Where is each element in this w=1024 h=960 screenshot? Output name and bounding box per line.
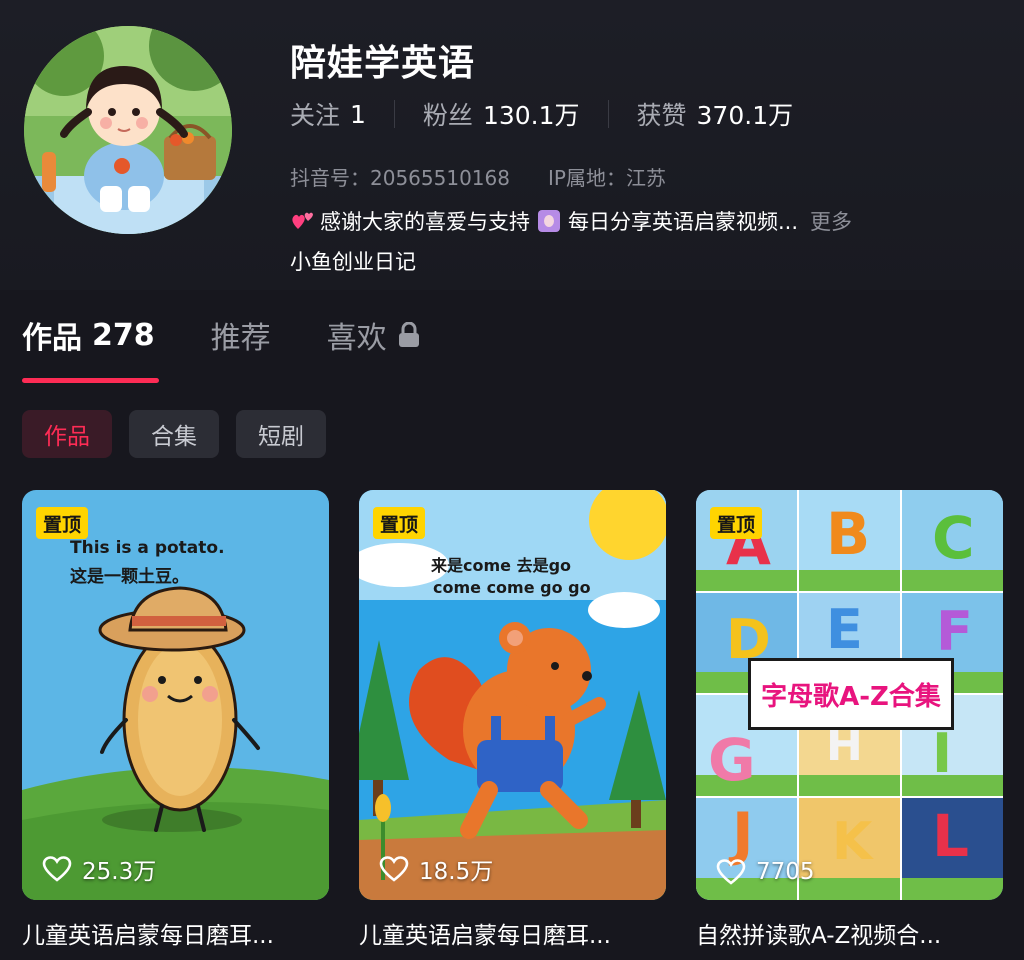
stat-value: 130.1万	[482, 101, 580, 130]
two-hearts-icon	[292, 212, 313, 229]
thumbnail-caption: 来是come 去是go	[431, 556, 572, 575]
tab-works-count: 278	[92, 317, 155, 353]
stat-label: 粉丝	[422, 101, 473, 130]
video-title[interactable]: 儿童英语启蒙每日磨耳...	[359, 916, 666, 950]
heart-outline-icon	[379, 856, 409, 882]
chip-collections[interactable]: 合集	[129, 410, 219, 458]
stat-label: 关注	[290, 101, 341, 130]
stat-followers[interactable]: 粉丝 130.1万	[423, 96, 580, 132]
lock-icon	[398, 322, 419, 347]
letter-tile: L	[932, 802, 969, 870]
tab-works[interactable]: 作品 278	[22, 313, 155, 357]
bio-line-2: 小鱼创业日记	[290, 250, 416, 274]
heart-outline-icon	[716, 859, 746, 885]
pinned-badge: 置顶	[36, 507, 89, 539]
bio-text-2: 每日分享英语启蒙视频...	[568, 210, 799, 234]
profile-stats: 关注 1 粉丝 130.1万 获赞 370.1万	[290, 94, 793, 134]
like-count: 7705	[716, 858, 815, 886]
like-count-value: 25.3万	[82, 859, 157, 885]
like-count: 18.5万	[379, 852, 493, 886]
letter-tile: C	[932, 504, 975, 572]
bio-text-1: 感谢大家的喜爱与支持	[320, 210, 530, 234]
thumbnail-caption: 这是一颗土豆。	[70, 567, 189, 587]
tab-likes-label: 喜欢	[326, 321, 387, 356]
divider	[607, 100, 609, 128]
stat-likes[interactable]: 获赞 370.1万	[637, 96, 794, 132]
divider	[393, 100, 395, 128]
avatar[interactable]	[24, 26, 232, 234]
letter-tile: E	[826, 598, 863, 661]
thumbnail-caption: This is a potato.	[70, 538, 225, 558]
letter-tile: I	[932, 722, 953, 785]
stat-following[interactable]: 关注 1	[290, 96, 366, 132]
video-card[interactable]: A B C D E F G H I J K L 字母歌A-Z合集 置顶 7705	[696, 490, 1003, 900]
bio-more-link[interactable]: 更多	[810, 206, 852, 236]
content-filter-chips: 作品 合集 短剧	[22, 410, 343, 458]
stat-value: 1	[350, 99, 366, 129]
heart-outline-icon	[42, 856, 72, 882]
chip-works[interactable]: 作品	[22, 410, 112, 458]
letter-tile: F	[936, 600, 973, 663]
tab-likes[interactable]: 喜欢	[327, 313, 421, 357]
thumbnail-caption: come come go go	[433, 578, 591, 597]
letter-tile: K	[832, 812, 873, 872]
stat-label: 获赞	[636, 101, 687, 130]
active-tab-indicator	[22, 378, 159, 383]
video-title[interactable]: 自然拼读歌A-Z视频合...	[696, 916, 1003, 950]
stat-value: 370.1万	[696, 101, 794, 130]
pinned-badge: 置顶	[710, 507, 763, 539]
profile-meta: 抖音号：20565510168 IP属地：江苏	[290, 162, 666, 191]
like-count-value: 18.5万	[419, 859, 494, 885]
letter-tile: B	[826, 500, 871, 568]
tab-recommend-label: 推荐	[210, 321, 271, 356]
tab-works-label: 作品	[22, 321, 82, 356]
douyin-id[interactable]: 抖音号：20565510168	[290, 162, 510, 191]
video-card[interactable]: This is a potato. 这是一颗土豆。 置顶 25.3万	[22, 490, 329, 900]
ip-location: IP属地：江苏	[547, 166, 666, 190]
pinned-badge: 置顶	[373, 507, 426, 539]
profile-tabs: 作品 278 推荐 喜欢	[22, 310, 477, 360]
like-count: 25.3万	[42, 852, 156, 886]
chip-short-drama[interactable]: 短剧	[236, 410, 326, 458]
tab-recommend[interactable]: 推荐	[211, 313, 271, 357]
like-count-value: 7705	[756, 859, 815, 885]
collection-label: 字母歌A-Z合集	[748, 658, 954, 730]
video-card[interactable]: 来是come 去是go come come go go 置顶 18.5万	[359, 490, 666, 900]
letter-tile: G	[708, 726, 756, 794]
girl-emoji-icon	[538, 210, 560, 232]
profile-bio: 感谢大家的喜爱与支持 每日分享英语启蒙视频... 更多	[290, 206, 852, 236]
profile-name: 陪娃学英语	[290, 43, 476, 84]
video-title[interactable]: 儿童英语启蒙每日磨耳...	[22, 916, 329, 950]
